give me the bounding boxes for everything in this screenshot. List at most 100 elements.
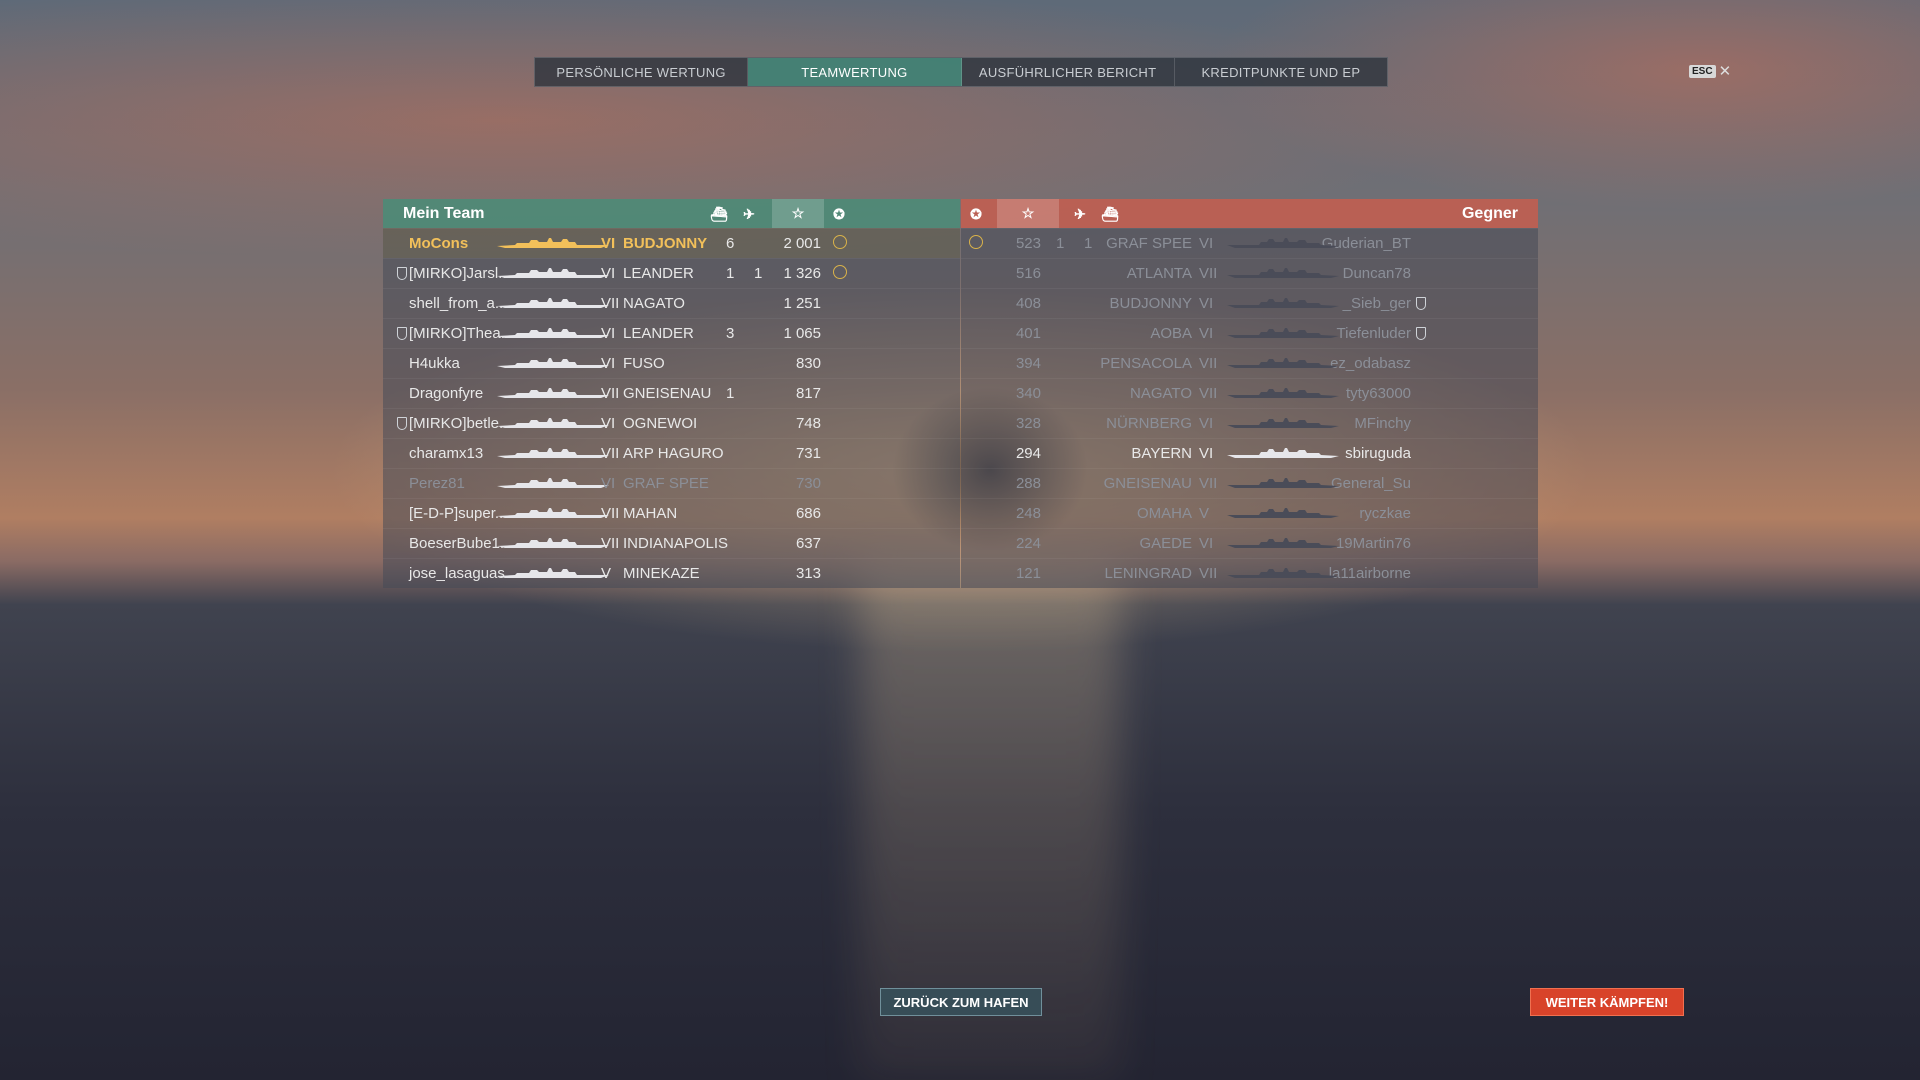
player-name: General_Su — [1330, 475, 1411, 492]
ship-tier: VI — [601, 265, 616, 282]
ship-silhouette-icon — [1227, 507, 1339, 519]
table-row[interactable]: charamx13 VII ARP HAGURO 731 — [383, 438, 960, 468]
ship-tier: VI — [1199, 415, 1214, 432]
clan-badge-icon — [1416, 327, 1426, 340]
medal-icon — [969, 235, 983, 249]
player-name: _Sieb_ger — [1342, 295, 1411, 312]
ship-silhouette-icon — [497, 537, 609, 549]
table-row[interactable]: Dragonfyre VII GNEISENAU 1 817 — [383, 378, 960, 408]
clan-badge-icon — [397, 267, 407, 280]
keep-fighting-button[interactable]: WEITER KÄMPFEN! — [1530, 988, 1684, 1016]
player-name: tyty63000 — [1345, 385, 1411, 402]
tab-credits-xp[interactable]: KREDITPUNKTE UND EP — [1175, 58, 1387, 86]
planes-destroyed-count: 1 — [754, 265, 763, 282]
ship-tier: VI — [1199, 535, 1214, 552]
ship-name: INDIANAPOLIS — [623, 535, 729, 552]
table-row[interactable]: H4ukka VI FUSO 830 — [383, 348, 960, 378]
ship-tier: VI — [601, 325, 616, 342]
enemy-team-panel: ✪ ☆ ✈ ⛴ Gegner Guderian_BT VI GRAF SPEE 1 1 5… — [961, 199, 1538, 588]
ship-name: ATLANTA — [1126, 265, 1192, 282]
close-button[interactable]: ESC ✕ — [1689, 62, 1731, 80]
table-row[interactable]: sbiruguda VI BAYERN 294 — [961, 438, 1538, 468]
planes-destroyed-count: 1 — [1056, 235, 1065, 252]
ship-silhouette-icon — [1227, 267, 1339, 279]
ship-tier: V — [601, 565, 612, 582]
ship-tier: VI — [1199, 295, 1214, 312]
enemy-team-title: Gegner — [1461, 205, 1518, 222]
tab-team-score[interactable]: TEAMWERTUNG — [748, 58, 962, 86]
ship-silhouette-icon — [1227, 477, 1339, 489]
player-name: Perez81 — [409, 475, 465, 492]
clan-badge-icon — [1416, 297, 1426, 310]
table-row[interactable]: [MIRKO]betle... VI OGNEWOI 748 — [383, 408, 960, 438]
back-to-port-button[interactable]: ZURÜCK ZUM HAFEN — [880, 988, 1042, 1016]
table-row[interactable]: 19Martin76 VI GAEDE 224 — [961, 528, 1538, 558]
base-xp: 731 — [795, 445, 821, 462]
player-name: [E-D-P]super... — [409, 505, 508, 522]
table-row[interactable]: [MIRKO]Thea... VI LEANDER 3 1 065 — [383, 318, 960, 348]
medal-icon: ✪ — [970, 205, 982, 222]
ship-name: GRAF SPEE — [1106, 235, 1192, 252]
ships-destroyed-count: 6 — [726, 235, 735, 252]
ship-tier: VII — [601, 535, 620, 552]
table-row[interactable]: Perez81 VI GRAF SPEE 730 — [383, 468, 960, 498]
base-xp: 408 — [1015, 295, 1041, 312]
table-row[interactable]: ryczkae V OMAHA 248 — [961, 498, 1538, 528]
ship-tier: VI — [1199, 445, 1214, 462]
base-xp: 313 — [795, 565, 821, 582]
ship-name: OMAHA — [1136, 505, 1192, 522]
base-xp: 340 — [1015, 385, 1041, 402]
base-xp: 523 — [1015, 235, 1041, 252]
clan-badge-icon — [397, 327, 407, 340]
ship-name: LEANDER — [623, 265, 694, 282]
base-xp: 394 — [1015, 355, 1041, 372]
table-row[interactable]: Duncan78 VII ATLANTA 516 — [961, 258, 1538, 288]
ship-tier: VII — [601, 385, 620, 402]
base-xp: 401 — [1015, 325, 1041, 342]
ship-tier: VII — [1199, 355, 1218, 372]
ship-tier: VI — [601, 475, 616, 492]
ship-name: LEANDER — [623, 325, 694, 342]
table-row[interactable]: MFinchy VI NÜRNBERG 328 — [961, 408, 1538, 438]
medal-icon — [833, 265, 847, 279]
table-row[interactable]: BoeserBube1... VII INDIANAPOLIS 637 — [383, 528, 960, 558]
ship-name: AOBA — [1150, 325, 1192, 342]
table-row[interactable]: ez_odabasz VII PENSACOLA 394 — [961, 348, 1538, 378]
ship-silhouette-icon — [497, 387, 609, 399]
table-row[interactable]: tyty63000 VII NAGATO 340 — [961, 378, 1538, 408]
ship-silhouette-icon — [497, 297, 609, 309]
ship-tier: VII — [1199, 565, 1218, 582]
ship-name: GNEISENAU — [1103, 475, 1192, 492]
table-row[interactable]: jose_lasaguas V MINEKAZE 313 — [383, 558, 960, 588]
player-name: la11airborne — [1328, 565, 1411, 582]
table-row[interactable]: shell_from_a... VII NAGATO 1 251 — [383, 288, 960, 318]
table-row[interactable]: [E-D-P]super... VII MAHAN 686 — [383, 498, 960, 528]
base-xp: 686 — [795, 505, 821, 522]
ship-name: MAHAN — [623, 505, 678, 522]
ship-tier: VI — [1199, 235, 1214, 252]
result-tabs: PERSÖNLICHE WERTUNG TEAMWERTUNG AUSFÜHRL… — [534, 57, 1388, 87]
ship-silhouette-icon — [497, 507, 609, 519]
tab-detailed-report[interactable]: AUSFÜHRLICHER BERICHT — [962, 58, 1175, 86]
ship-name: PENSACOLA — [1100, 355, 1192, 372]
my-team-title: Mein Team — [403, 205, 485, 222]
table-row[interactable]: [MIRKO]Jarsl... VI LEANDER 1 1 1 326 — [383, 258, 960, 288]
ship-tier: V — [1199, 505, 1210, 522]
player-name: [MIRKO]Jarsl... — [409, 265, 511, 282]
table-row[interactable]: General_Su VII GNEISENAU 288 — [961, 468, 1538, 498]
base-xp: 830 — [795, 355, 821, 372]
ship-name: ARP HAGURO — [623, 445, 724, 462]
ship-tier: VI — [1199, 325, 1214, 342]
ships-destroyed-count: 1 — [1084, 235, 1093, 252]
table-row[interactable]: MoCons VI BUDJONNY 6 2 001 — [383, 228, 960, 258]
base-xp: 516 — [1015, 265, 1041, 282]
table-row[interactable]: Tiefenluder VI AOBA 401 — [961, 318, 1538, 348]
base-xp: 1 065 — [783, 325, 821, 342]
ship-tier: VII — [1199, 385, 1218, 402]
table-row[interactable]: _Sieb_ger VI BUDJONNY 408 — [961, 288, 1538, 318]
tab-personal-score[interactable]: PERSÖNLICHE WERTUNG — [535, 58, 749, 86]
table-row[interactable]: la11airborne VII LENINGRAD 121 — [961, 558, 1538, 588]
ship-silhouette-icon — [1227, 417, 1339, 429]
base-xp: 121 — [1015, 565, 1041, 582]
table-row[interactable]: Guderian_BT VI GRAF SPEE 1 1 523 — [961, 228, 1538, 258]
